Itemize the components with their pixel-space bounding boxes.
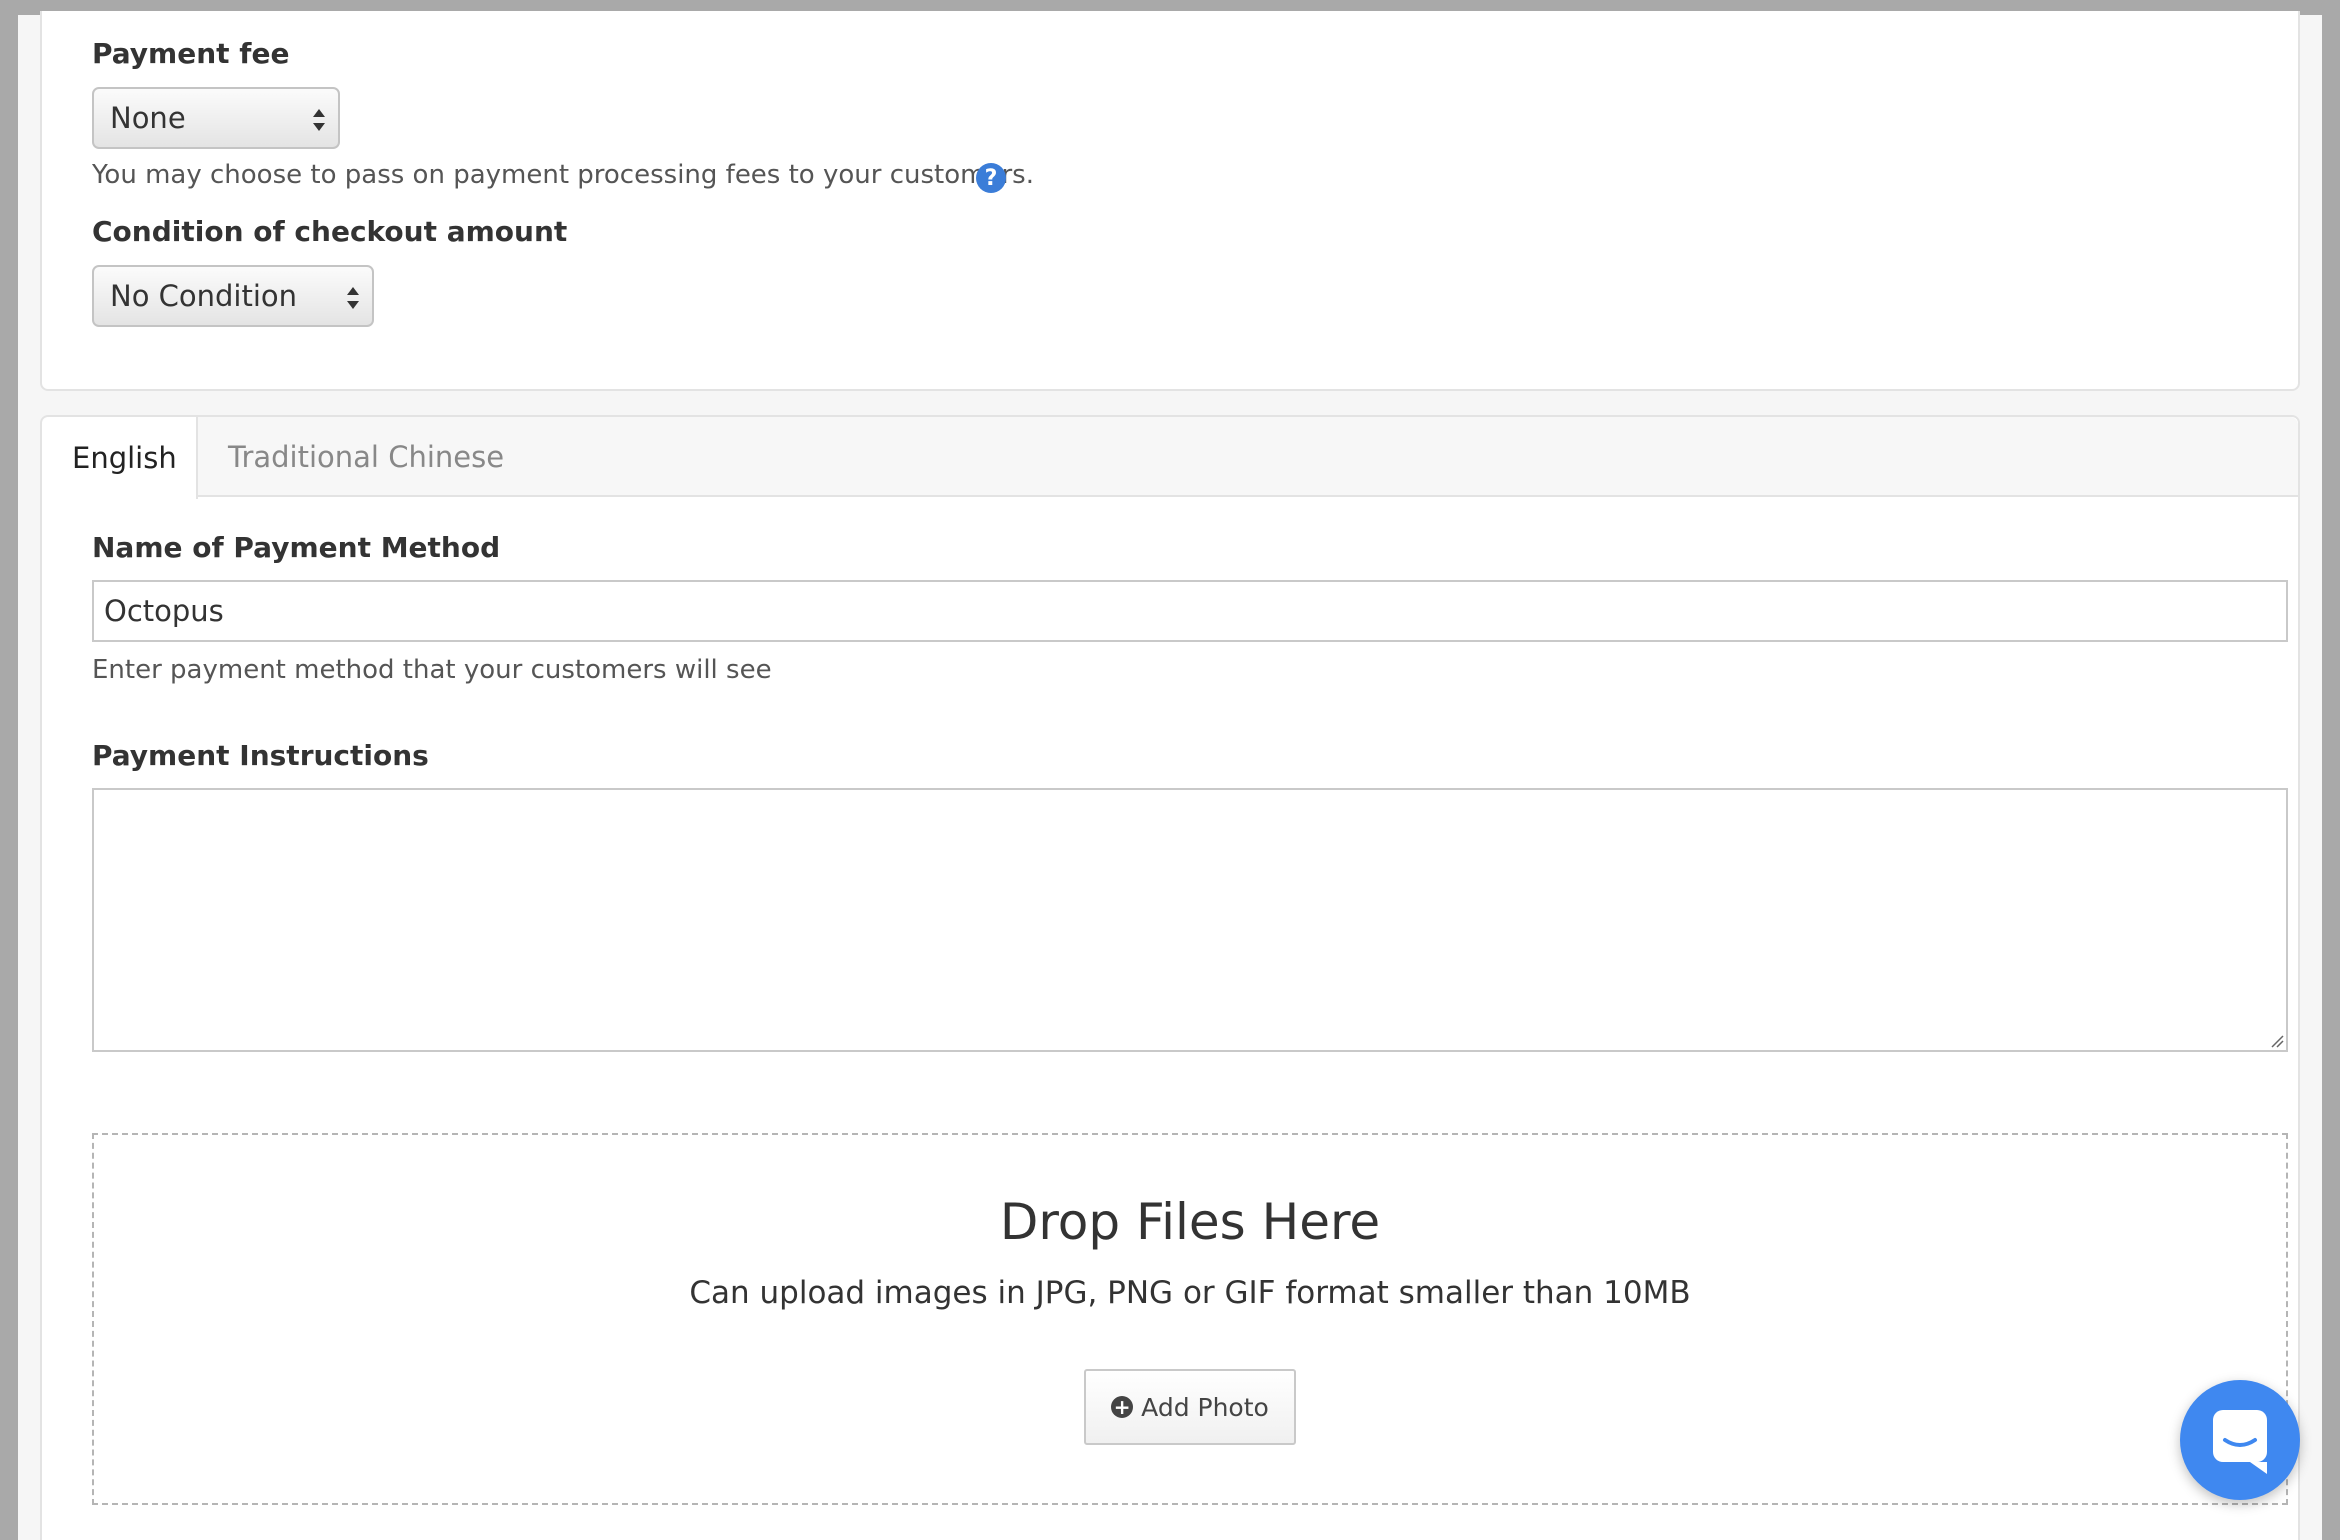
select-arrows-icon (313, 109, 325, 131)
language-tabs: English Traditional Chinese (42, 417, 2298, 499)
payment-instructions-label: Payment Instructions (92, 739, 429, 772)
fee-settings-card: Payment fee None You may choose to pass … (40, 11, 2300, 391)
question-circle-icon[interactable]: ? (976, 163, 1006, 193)
plus-circle-icon: + (1111, 1396, 1134, 1418)
payment-method-card: English Traditional Chinese Name of Paym… (40, 415, 2300, 1540)
add-photo-label: Add Photo (1141, 1392, 1269, 1422)
checkout-condition-label: Condition of checkout amount (92, 215, 568, 248)
select-arrows-icon (347, 287, 359, 309)
resize-grip-icon[interactable] (2268, 1032, 2284, 1048)
payment-fee-value: None (110, 101, 186, 135)
page-sheet: Payment fee None You may choose to pass … (18, 11, 2322, 1540)
payment-method-hint: Enter payment method that your customers… (92, 655, 772, 685)
chat-launcher-button[interactable] (2180, 1380, 2300, 1500)
payment-instructions-textarea[interactable] (92, 788, 2288, 1052)
add-photo-button[interactable]: + Add Photo (1084, 1369, 1296, 1445)
tab-traditional-chinese[interactable]: Traditional Chinese (198, 417, 534, 497)
dropzone-subtitle: Can upload images in JPG, PNG or GIF for… (689, 1275, 1691, 1311)
payment-fee-label: Payment fee (92, 37, 290, 70)
checkout-condition-select[interactable]: No Condition (92, 265, 374, 327)
payment-fee-select[interactable]: None (92, 87, 340, 149)
payment-method-label: Name of Payment Method (92, 531, 501, 564)
tab-english[interactable]: English (42, 417, 198, 499)
checkout-condition-value: No Condition (110, 279, 298, 313)
file-dropzone[interactable]: Drop Files Here Can upload images in JPG… (92, 1133, 2288, 1505)
chat-bubble-icon (2213, 1410, 2267, 1474)
payment-method-input[interactable]: Octopus (92, 580, 2288, 642)
dropzone-title: Drop Files Here (999, 1193, 1381, 1251)
payment-fee-hint: You may choose to pass on payment proces… (92, 160, 1034, 190)
